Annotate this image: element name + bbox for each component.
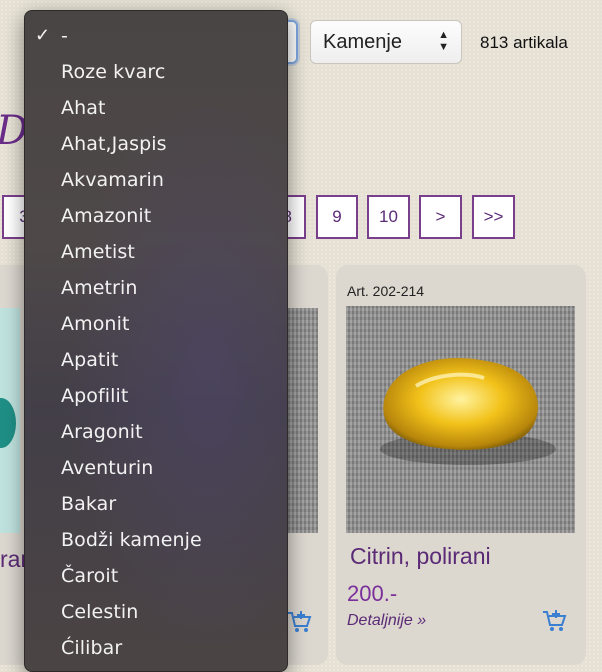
dropdown-option[interactable]: Amonit — [61, 313, 130, 335]
product-title[interactable]: Citrin, polirani — [350, 543, 491, 570]
item-count: 813 artikala — [480, 33, 568, 52]
dropdown-option[interactable]: Roze kvarc — [61, 61, 165, 83]
product-price: 200.- — [347, 581, 398, 606]
dropdown-option[interactable]: Amazonit — [61, 205, 151, 227]
product-image[interactable] — [346, 306, 575, 533]
category-select-value: Kamenje — [323, 30, 402, 53]
dropdown-option[interactable]: - — [61, 25, 68, 47]
dropdown-option[interactable]: Ahat — [61, 97, 106, 119]
last-page-button[interactable]: >> — [472, 195, 515, 239]
article-number: Art. 202-214 — [347, 283, 425, 299]
checkmark-icon: ✓ — [35, 25, 51, 45]
cart-icon[interactable] — [540, 606, 568, 634]
dropdown-option[interactable]: Aventurin — [61, 457, 153, 479]
dropdown-option[interactable]: Aragonit — [61, 421, 143, 443]
dropdown-option[interactable]: Ahat,Jaspis — [61, 133, 167, 155]
page-button[interactable]: 9 — [316, 195, 358, 239]
dropdown-option[interactable]: Celestin — [61, 601, 138, 623]
dropdown-option[interactable]: Bodži kamenje — [61, 529, 202, 551]
details-link[interactable]: Detaljnije » — [347, 612, 426, 630]
page-button[interactable]: 10 — [367, 195, 410, 239]
next-page-button[interactable]: > — [419, 195, 462, 239]
dropdown-option[interactable]: Akvamarin — [61, 169, 164, 191]
page-label: 9 — [332, 207, 342, 226]
select-arrows-icon: ▲ ▼ — [438, 29, 449, 53]
page-label: > — [435, 207, 446, 226]
page-label: >> — [483, 207, 504, 226]
product-image[interactable] — [0, 308, 20, 533]
dropdown-option[interactable]: Ametrin — [61, 277, 137, 299]
material-dropdown-menu[interactable]: ✓ - Roze kvarc Ahat Ahat,Jaspis Akvamari… — [24, 10, 288, 672]
cart-icon[interactable] — [285, 607, 313, 635]
dropdown-option[interactable]: Apofilit — [61, 385, 128, 407]
dropdown-option[interactable]: Čaroit — [61, 565, 118, 587]
page-label: 10 — [379, 207, 398, 226]
dropdown-option[interactable]: Ametist — [61, 241, 135, 263]
dropdown-option[interactable]: Apatit — [61, 349, 118, 371]
dropdown-option[interactable]: Ćilibar — [61, 637, 122, 659]
product-image[interactable] — [286, 308, 318, 533]
dropdown-option[interactable]: Bakar — [61, 493, 116, 515]
category-select[interactable]: Kamenje ▲ ▼ — [310, 20, 462, 64]
